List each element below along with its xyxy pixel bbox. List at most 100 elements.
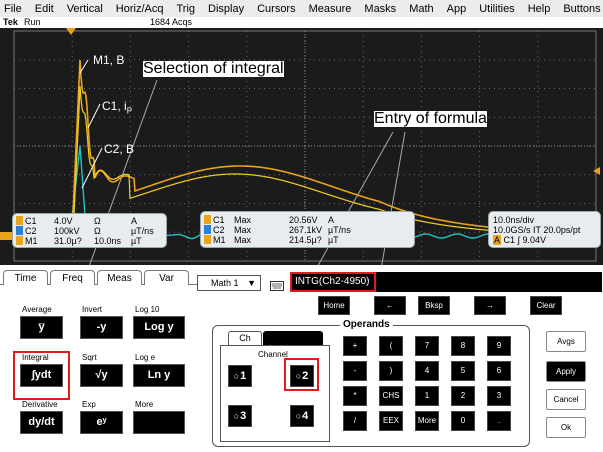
key-3-4[interactable]: . [487,411,511,431]
key-1-1[interactable]: ) [379,361,403,381]
math-select[interactable]: Math 1 ▼ [197,275,261,291]
ch: C1 [213,215,225,225]
key-3-0[interactable]: / [343,411,367,431]
ch: C2 [25,226,37,236]
tab-time[interactable]: Time [3,270,48,285]
menu-item-horiz-acq[interactable]: Horiz/Acq [116,3,164,15]
key-0-2[interactable]: 7 [415,336,439,356]
channel-icon: ○ [295,411,302,421]
menu-item-file[interactable]: File [4,3,22,15]
function-button-derivative[interactable]: dy/dt [20,411,63,434]
channel-number: 1 [240,370,247,382]
menu-item-help[interactable]: Help [528,3,551,15]
ground-marker [0,232,12,240]
function-button-log-e[interactable]: Ln y [133,364,185,387]
unit: Ω [94,216,101,226]
extra: µT/ns [131,226,154,236]
selection-of-integral-annotation: Selection of integral [143,60,284,77]
measurement-readout: C1 Max 20.56V A C2 Max 267.1kV µT/ns M1 Max 214.… [200,211,415,248]
edit-button-1[interactable]: ← [374,296,406,315]
function-label-invert: Invert [82,305,103,314]
menu-item-trig[interactable]: Trig [176,3,195,15]
key-3-2[interactable]: More [415,411,439,431]
side-button-ok[interactable]: Ok [546,417,586,438]
channel-3-button[interactable]: ○3 [228,405,252,427]
math-select-value: Math 1 [211,278,239,288]
measurement-row: M1 Max 214.5µ? µT [204,235,339,245]
side-button-avgs[interactable]: Avgs [546,331,586,352]
side-button-cancel[interactable]: Cancel [546,389,586,410]
m1-badge [16,236,23,245]
key-2-4[interactable]: 3 [487,386,511,406]
key-3-1[interactable]: EEX [379,411,403,431]
function-button-log-10[interactable]: Log y [133,316,185,339]
entry-of-formula-annotation: Entry of formula [374,110,487,127]
menu-item-buttons[interactable]: Buttons [563,3,600,15]
key-1-4[interactable]: 6 [487,361,511,381]
c2-badge [204,225,211,234]
unit: 10.0ns [94,236,122,246]
function-button-invert[interactable]: -y [80,316,123,339]
channel-number: 3 [240,410,247,422]
menu-bar: File Edit Vertical Horiz/Acq Trig Display Curs… [0,0,603,17]
formula-bar[interactable]: INTG(Ch2-4950) [290,272,602,292]
measurement-row: C2 Max 267.1kV µT/ns [204,225,351,235]
edit-button-2[interactable]: Bksp [418,296,450,315]
function-button-exp[interactable]: eʸ [80,411,123,434]
tab-meas[interactable]: Meas [97,270,142,285]
trigger-letter: A [493,235,502,245]
key-3-3[interactable]: 0 [451,411,475,431]
keyboard-icon[interactable] [270,278,284,291]
value: 31.0µ? [54,236,82,246]
side-button-apply[interactable]: Apply [546,361,586,382]
tab-reference[interactable] [263,331,323,345]
key-0-3[interactable]: 8 [451,336,475,356]
menu-item-display[interactable]: Display [208,3,244,15]
c2-badge [16,226,23,235]
tab-freq[interactable]: Freq [50,270,95,285]
key-0-0[interactable]: + [343,336,367,356]
menu-item-measure[interactable]: Measure [309,3,352,15]
menu-item-masks[interactable]: Masks [364,3,396,15]
key-1-2[interactable]: 4 [415,361,439,381]
value: 214.5µ? [289,235,322,245]
measurement-row: C1 Max 20.56V A [204,215,334,225]
tab-channel[interactable]: Ch [228,331,262,345]
menu-item-cursors[interactable]: Cursors [257,3,296,15]
edit-button-4[interactable]: Clear [530,296,562,315]
key-2-2[interactable]: 1 [415,386,439,406]
value: 4.0V [54,216,73,226]
label: Max [234,225,252,235]
function-button-average[interactable]: y̅ [20,316,63,339]
ch: C1 [25,216,37,226]
edit-button-3[interactable]: → [474,296,506,315]
sample-rate: 10.0GS/s IT 20.0ps/pt [493,225,581,235]
key-1-0[interactable]: - [343,361,367,381]
channel-2-button[interactable]: ○2 [290,365,314,387]
function-button-sqrt[interactable]: √y [80,364,123,387]
key-2-0[interactable]: * [343,386,367,406]
key-2-1[interactable]: CHS [379,386,403,406]
tab-var[interactable]: Var [144,270,189,285]
readout-row: C1 4.0V Ω A [16,216,137,226]
menu-item-app[interactable]: App [447,3,467,15]
math-control-panel: Time Freq Meas Var Math 1 ▼ INTG(Ch2-4950… [0,265,603,452]
function-label-more: More [135,400,154,409]
key-2-3[interactable]: 2 [451,386,475,406]
key-0-4[interactable]: 9 [487,336,511,356]
label-m1-b: M1, B [93,53,125,67]
edit-button-0[interactable]: Home [318,296,350,315]
menu-item-edit[interactable]: Edit [35,3,54,15]
channel-4-button[interactable]: ○4 [290,405,314,427]
run-state: Run [24,17,41,27]
function-button-integral[interactable]: ∫ydt [20,364,63,387]
key-1-3[interactable]: 5 [451,361,475,381]
menu-item-utilities[interactable]: Utilities [479,3,514,15]
function-label-log-e: Log e [135,353,156,362]
menu-item-vertical[interactable]: Vertical [67,3,103,15]
label-c1-ip: C1, iP [102,98,132,119]
channel-1-button[interactable]: ○1 [228,365,252,387]
key-0-1[interactable]: ( [379,336,403,356]
menu-item-math[interactable]: Math [409,3,433,15]
function-button-more[interactable] [133,411,185,434]
